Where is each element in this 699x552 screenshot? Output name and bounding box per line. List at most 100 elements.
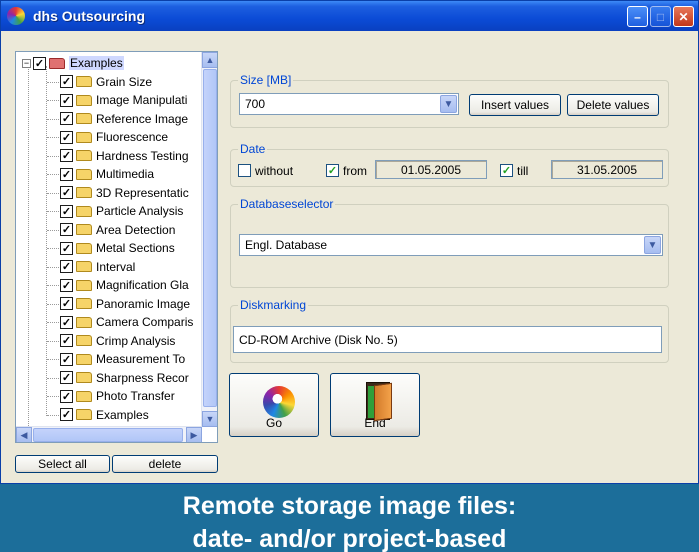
tree-item[interactable]: ✓ Hardness Testing: [60, 147, 189, 165]
tree-item[interactable]: ✓ Magnification Gla: [60, 276, 189, 294]
delete-button[interactable]: delete: [112, 455, 218, 473]
folder-tree[interactable]: − ✓ Examples ✓ Grain Size ✓ Image Manipulati ✓ R…: [16, 52, 202, 427]
tree-item[interactable]: ✓ Camera Comparis: [60, 313, 193, 331]
tree-checkbox[interactable]: ✓: [60, 186, 73, 199]
tree-item-label: Interval: [96, 259, 136, 274]
tree-checkbox[interactable]: ✓: [60, 149, 73, 162]
tree-checkbox[interactable]: ✓: [60, 112, 73, 125]
tree-item[interactable]: ✓ Particle Analysis: [60, 202, 183, 220]
till-date-field[interactable]: 31.05.2005: [551, 160, 663, 179]
delete-values-button[interactable]: Delete values: [567, 94, 659, 116]
tree-item[interactable]: ✓ Crimp Analysis: [60, 332, 175, 350]
tree-checkbox[interactable]: ✓: [60, 167, 73, 181]
folder-icon: [76, 335, 92, 346]
tree-line: [47, 414, 59, 416]
title-bar[interactable]: dhs Outsourcing – □ ✕: [1, 1, 698, 31]
tree-item[interactable]: ✓ 3D Representatic: [60, 184, 189, 202]
maximize-button[interactable]: □: [650, 6, 671, 27]
database-select[interactable]: Engl. Database ▼: [239, 234, 663, 256]
folder-icon: [76, 242, 92, 254]
without-label: without: [255, 164, 294, 178]
tree-item-label: 3D Representatic: [96, 185, 189, 200]
tree-line: [47, 340, 59, 342]
scroll-down-icon[interactable]: ▼: [202, 411, 217, 427]
tree-line: [47, 155, 59, 157]
tree-checkbox[interactable]: ✓: [60, 297, 73, 310]
tree-checkbox[interactable]: ✓: [60, 223, 73, 236]
scroll-right-icon[interactable]: ▶: [186, 427, 202, 442]
end-button[interactable]: End: [330, 373, 420, 437]
tree-line: [47, 285, 59, 286]
tree-item[interactable]: ✓ Grain Size: [60, 73, 152, 91]
diskmarking-group-label: Diskmarking: [238, 298, 309, 312]
folder-icon: [76, 94, 92, 106]
tree-item[interactable]: ✓ Interval: [60, 258, 135, 276]
size-select[interactable]: 700 ▼: [239, 93, 459, 115]
exit-door-icon: [366, 382, 396, 422]
tree-checkbox[interactable]: ✓: [60, 278, 73, 292]
without-checkbox[interactable]: [238, 164, 251, 177]
tree-root-row[interactable]: − ✓ Examples: [22, 54, 124, 72]
tree-checkbox[interactable]: ✓: [60, 408, 73, 421]
tree-item-label: Multimedia: [96, 167, 155, 181]
select-all-button[interactable]: Select all: [15, 455, 110, 473]
tree-item[interactable]: ✓ Area Detection: [60, 221, 175, 239]
tree-line: [47, 229, 59, 231]
from-checkbox[interactable]: ✓: [326, 164, 339, 177]
size-group-label: Size [MB]: [238, 73, 294, 87]
tree-item[interactable]: ✓ Panoramic Image: [60, 295, 190, 313]
tree-item[interactable]: ✓ Photo Transfer: [60, 387, 175, 405]
tree-checkbox[interactable]: ✓: [60, 389, 73, 403]
tree-horizontal-scrollbar[interactable]: ◀ ▶: [16, 426, 202, 442]
till-checkbox[interactable]: ✓: [500, 164, 513, 177]
hscroll-thumb[interactable]: [33, 428, 183, 442]
tree-item-label: Panoramic Image: [96, 296, 191, 311]
tree-item[interactable]: ✓ Reference Image: [60, 110, 188, 128]
go-label: Go: [265, 416, 282, 430]
tree-checkbox[interactable]: ✓: [60, 371, 73, 384]
tree-item[interactable]: ✓ Examples: [60, 406, 149, 424]
tree-root-label: Examples: [69, 56, 124, 70]
tree-line: [47, 137, 59, 138]
scroll-left-icon[interactable]: ◀: [16, 427, 32, 442]
tree-line: [47, 303, 59, 305]
close-button[interactable]: ✕: [673, 6, 694, 27]
folder-icon: [76, 168, 92, 180]
tree-checkbox[interactable]: ✓: [60, 241, 73, 255]
tree-checkbox[interactable]: ✓: [60, 352, 73, 366]
chevron-down-icon[interactable]: ▼: [644, 236, 661, 254]
tree-checkbox[interactable]: ✓: [60, 75, 73, 88]
from-date-field[interactable]: 01.05.2005: [375, 160, 487, 179]
tree-vertical-scrollbar[interactable]: ▲ ▼: [201, 52, 217, 427]
tree-checkbox[interactable]: ✓: [60, 204, 73, 218]
folder-icon: [76, 131, 92, 143]
collapse-icon[interactable]: −: [22, 58, 31, 68]
tree-line: [47, 359, 59, 360]
tree-item-label: Image Manipulati: [96, 93, 188, 107]
caption-line-1: Remote storage image files:: [182, 492, 517, 520]
tree-checkbox[interactable]: ✓: [60, 93, 73, 107]
chevron-down-icon[interactable]: ▼: [440, 95, 457, 113]
tree-line: [47, 211, 59, 212]
tree-item-label: Crimp Analysis: [96, 333, 176, 348]
tree-item[interactable]: ✓ Image Manipulati: [60, 91, 187, 109]
tree-checkbox[interactable]: ✓: [33, 56, 46, 70]
scroll-thumb[interactable]: [203, 69, 217, 407]
tree-item[interactable]: ✓ Fluorescence: [60, 128, 168, 146]
tree-item[interactable]: ✓ Multimedia: [60, 165, 154, 183]
folder-icon: [76, 298, 92, 309]
tree-item[interactable]: ✓ Sharpness Recor: [60, 369, 189, 387]
go-button[interactable]: Go: [229, 373, 319, 437]
insert-values-button[interactable]: Insert values: [469, 94, 561, 116]
tree-checkbox[interactable]: ✓: [60, 260, 73, 273]
tree-item[interactable]: ✓ Metal Sections: [60, 239, 175, 257]
tree-checkbox[interactable]: ✓: [60, 130, 73, 144]
tree-checkbox[interactable]: ✓: [60, 315, 73, 329]
tree-checkbox[interactable]: ✓: [60, 334, 73, 347]
diskmarking-input[interactable]: CD-ROM Archive (Disk No. 5): [233, 326, 662, 353]
scroll-up-icon[interactable]: ▲: [202, 52, 217, 68]
tree-item[interactable]: ✓ Measurement To: [60, 350, 185, 368]
minimize-button[interactable]: –: [627, 6, 648, 27]
tree-item-label: Grain Size: [96, 74, 153, 89]
date-group-label: Date: [238, 142, 268, 156]
